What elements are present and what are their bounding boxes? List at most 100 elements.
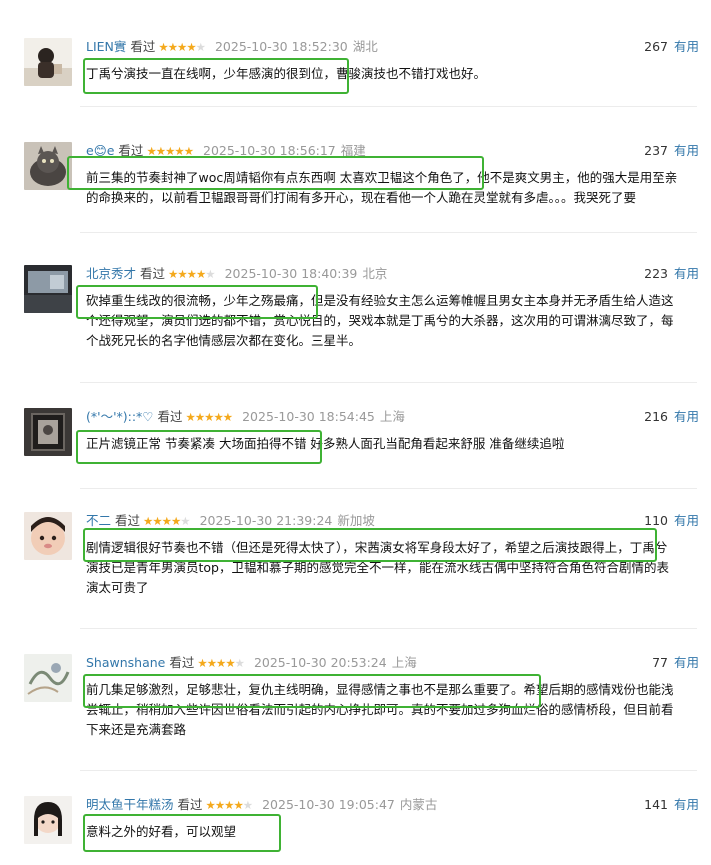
review-meta: 不二 看过 ★★★★★ 2025-10-30 21:39:24 新加坡 [86, 512, 375, 530]
review-text: 前三集的节奏封神了woc周靖韬你有点东西啊 太喜欢卫韫这个角色了，他不是爽文男主… [86, 168, 698, 208]
review-line: 演技已是青年男演员top，卫韫和慕子期的感觉完全不一样，能在流水线古偶中坚持符合… [86, 560, 669, 575]
username-link[interactable]: (*'〜'*)::*♡ [86, 409, 154, 424]
comment-location: 湖北 [352, 39, 378, 54]
star-filled-icon: ★ [216, 656, 226, 670]
vote-area: 216 有用 [644, 408, 699, 426]
vote-count: 216 [644, 409, 668, 424]
divider [80, 628, 697, 629]
star-filled-icon: ★ [183, 144, 194, 158]
star-empty-icon: ★ [205, 267, 215, 281]
useful-button[interactable]: 有用 [674, 266, 699, 281]
vote-area: 141 有用 [644, 796, 699, 814]
star-filled-icon: ★ [167, 40, 178, 54]
star-filled-icon: ★ [197, 656, 207, 670]
useful-button[interactable]: 有用 [674, 655, 699, 670]
star-filled-icon: ★ [168, 267, 178, 281]
avatar[interactable] [24, 265, 72, 313]
useful-button[interactable]: 有用 [674, 513, 699, 528]
useful-button[interactable]: 有用 [674, 39, 699, 54]
rating-stars: ★★★★★ [168, 267, 216, 281]
review-text: 砍掉重生线改的很流畅，少年之殇最痛，但是没有经验女主怎么运筹帷幄且男女主本身并无… [86, 291, 698, 351]
review-line: 剧情逻辑很好节奏也不错（但还是死得太快了），宋茜演女将军身段太好了，希望之后演技… [86, 540, 668, 555]
review-line: 意料之外的好看，可以观望 [86, 824, 237, 839]
comment-location: 新加坡 [337, 513, 375, 528]
comment-location: 北京 [362, 266, 388, 281]
review-text: 丁禹兮演技一直在线啊，少年感演的很到位，曹骏演技也不错打戏也好。 [86, 64, 698, 84]
username-link[interactable]: 不二 [86, 513, 111, 528]
vote-count: 110 [644, 513, 668, 528]
useful-button[interactable]: 有用 [674, 409, 699, 424]
divider [80, 488, 697, 489]
star-filled-icon: ★ [213, 410, 223, 424]
username-link[interactable]: 明太鱼干年糕汤 [86, 797, 174, 812]
useful-button[interactable]: 有用 [674, 797, 699, 812]
review-text: 意料之外的好看，可以观望 [86, 822, 698, 842]
star-filled-icon: ★ [143, 514, 153, 528]
username-link[interactable]: 北京秀才 [86, 266, 136, 281]
username-link[interactable]: e😊e [86, 143, 114, 158]
review-meta: 北京秀才 看过 ★★★★★ 2025-10-30 18:40:39 北京 [86, 265, 387, 283]
vote-count: 77 [652, 655, 668, 670]
rating-stars: ★★★★★ [158, 40, 206, 54]
avatar[interactable] [24, 142, 72, 190]
review-line: 个战死兄长的名字他情感层次都在变化。三星半。 [86, 333, 362, 348]
star-filled-icon: ★ [165, 144, 175, 158]
star-filled-icon: ★ [194, 410, 205, 424]
avatar[interactable] [24, 408, 72, 456]
rating-stars: ★★★★★ [185, 410, 234, 424]
review-item: LIEN實 看过 ★★★★★ 2025-10-30 18:52:30 湖北 267 有用 … [0, 38, 711, 108]
star-filled-icon: ★ [161, 514, 172, 528]
review-text: 前几集足够激烈，足够悲壮，复仇主线明确，显得感情之事也不是那么重要了。希望后期的… [86, 680, 698, 740]
star-filled-icon: ★ [152, 514, 162, 528]
watched-label: 看过 [130, 39, 156, 54]
useful-button[interactable]: 有用 [674, 143, 699, 158]
star-filled-icon: ★ [222, 410, 233, 424]
divider [80, 106, 697, 107]
review-line: 尝辄止，稍稍加入些许因世俗看法而引起的内心挣扎即可。真的不要加过多狗血烂俗的感情… [86, 702, 674, 717]
avatar[interactable] [24, 796, 72, 844]
star-filled-icon: ★ [158, 40, 168, 54]
star-filled-icon: ★ [233, 798, 243, 812]
watched-label: 看过 [140, 266, 166, 281]
comment-time: 2025-10-30 18:54:45 [242, 409, 375, 424]
avatar[interactable] [24, 654, 72, 702]
review-line: 丁禹兮演技一直在线啊，少年感演的很到位，曹骏演技也不错打戏也好。 [86, 66, 487, 81]
star-filled-icon: ★ [206, 656, 217, 670]
review-line: 砍掉重生线改的很流畅，少年之殇最痛，但是没有经验女主怎么运筹帷幄且男女主本身并无… [86, 293, 674, 308]
review-line: 前几集足够激烈，足够悲壮，复仇主线明确，显得感情之事也不是那么重要了。希望后期的… [86, 682, 674, 697]
review-item: e😊e 看过 ★★★★★ 2025-10-30 18:56:17 福建 237 有用 前三… [0, 142, 711, 232]
username-link[interactable]: LIEN實 [86, 39, 126, 54]
review-item: (*'〜'*)::*♡ 看过 ★★★★★ 2025-10-30 18:54:45 上海 … [0, 408, 711, 478]
comment-location: 上海 [379, 409, 405, 424]
star-filled-icon: ★ [170, 514, 181, 528]
avatar[interactable] [24, 38, 72, 86]
star-filled-icon: ★ [214, 798, 225, 812]
watched-label: 看过 [115, 513, 141, 528]
divider [80, 770, 697, 771]
star-filled-icon: ★ [186, 40, 196, 54]
divider [80, 382, 697, 383]
comment-time: 2025-10-30 20:53:24 [253, 655, 387, 670]
review-meta: LIEN實 看过 ★★★★★ 2025-10-30 18:52:30 湖北 [86, 38, 378, 56]
vote-area: 237 有用 [644, 142, 699, 160]
star-filled-icon: ★ [185, 410, 196, 424]
review-line: 前三集的节奏封神了woc周靖韬你有点东西啊 太喜欢卫韫这个角色了，他不是爽文男主… [86, 170, 678, 185]
avatar[interactable] [24, 512, 72, 560]
star-empty-icon: ★ [234, 656, 245, 670]
rating-stars: ★★★★★ [197, 656, 245, 670]
star-filled-icon: ★ [177, 267, 187, 281]
review-meta: Shawnshane 看过 ★★★★★ 2025-10-30 20:53:24 上海 [86, 654, 417, 672]
comment-location: 福建 [340, 143, 366, 158]
star-filled-icon: ★ [186, 267, 197, 281]
star-filled-icon: ★ [155, 144, 166, 158]
review-text: 剧情逻辑很好节奏也不错（但还是死得太快了），宋茜演女将军身段太好了，希望之后演技… [86, 538, 698, 598]
review-item: 明太鱼干年糕汤 看过 ★★★★★ 2025-10-30 19:05:47 内蒙古 141… [0, 796, 711, 865]
watched-label: 看过 [177, 797, 203, 812]
watched-label: 看过 [157, 409, 183, 424]
vote-count: 267 [644, 39, 668, 54]
username-link[interactable]: Shawnshane [86, 655, 165, 670]
vote-area: 267 有用 [644, 38, 699, 56]
review-item: 北京秀才 看过 ★★★★★ 2025-10-30 18:40:39 北京 223 有用 砍… [0, 265, 711, 375]
comment-time: 2025-10-30 21:39:24 [199, 513, 333, 528]
star-filled-icon: ★ [225, 656, 235, 670]
